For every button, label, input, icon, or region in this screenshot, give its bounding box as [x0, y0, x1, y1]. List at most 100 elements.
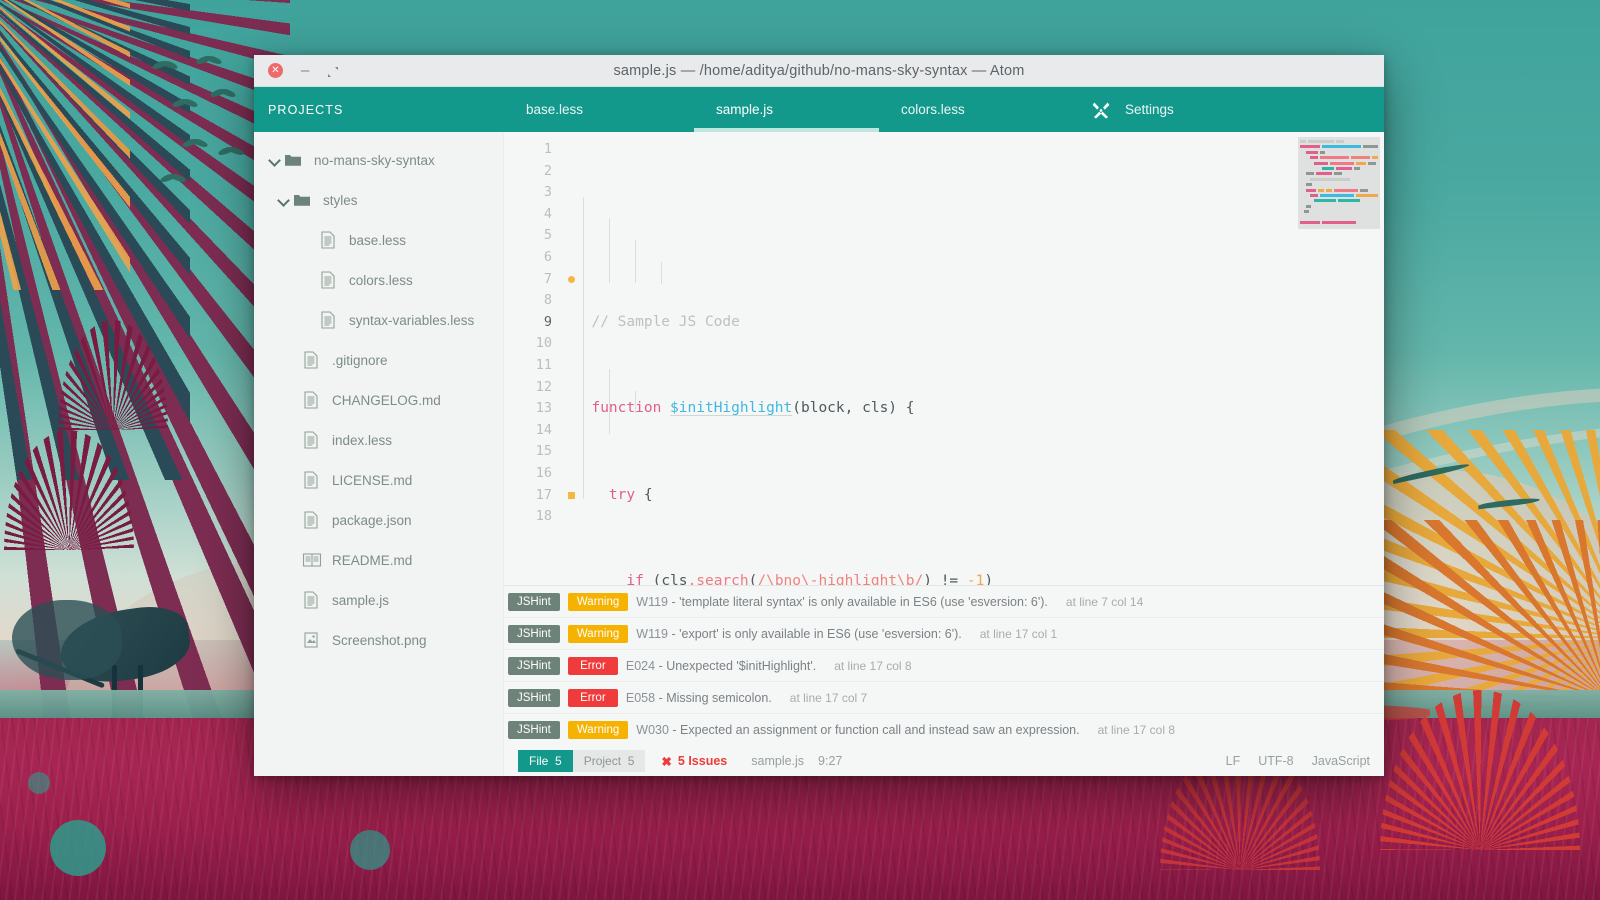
scope-file-button[interactable]: File 5	[518, 750, 573, 772]
file-icon	[319, 231, 337, 249]
editor-row: 1 2 3 4 5 6 7 8 9 10 11 12 13 14 15 16 1…	[504, 132, 1384, 585]
error-icon: ✖	[661, 754, 672, 769]
scope-project-label: Project	[583, 754, 622, 768]
linter-code: W119	[636, 626, 669, 641]
line-number: 16	[535, 464, 552, 481]
tree-view[interactable]: no-mans-sky-syntax styles base.less colo…	[254, 132, 504, 776]
file-icon	[302, 591, 320, 609]
tree-file-base-less[interactable]: base.less	[254, 220, 503, 260]
status-line-ending[interactable]: LF	[1226, 754, 1241, 768]
code-line: // Sample JS Code	[564, 312, 1292, 334]
linter-message: W119 - 'export' is only available in ES6…	[636, 627, 961, 641]
linter-row[interactable]: JSHint Error E024 - Unexpected '$initHig…	[504, 650, 1384, 682]
wallpaper-foliage-right-2	[1370, 520, 1600, 720]
scope-project-count: 5	[627, 754, 635, 768]
minimap[interactable]	[1292, 132, 1384, 585]
line-number-gutter: 1 2 3 4 5 6 7 8 9 10 11 12 13 14 15 16 1…	[504, 132, 575, 585]
code-editor[interactable]: // Sample JS Code function $initHighligh…	[564, 132, 1292, 585]
status-cursor-position[interactable]: 9:27	[818, 754, 842, 768]
indent-guides	[564, 132, 1292, 585]
tree-file-screenshot-png[interactable]: Screenshot.png	[254, 620, 503, 660]
tree-file-colors-less[interactable]: colors.less	[254, 260, 503, 300]
linter-row[interactable]: JSHint Warning W030 - Expected an assign…	[504, 714, 1384, 746]
linter-row[interactable]: JSHint Error E058 - Missing semicolon. a…	[504, 682, 1384, 714]
linter-source-badge: JSHint	[508, 656, 560, 675]
linter-source-badge: JSHint	[508, 688, 560, 707]
file-icon	[302, 431, 320, 449]
wallpaper-grass-dot	[350, 830, 390, 870]
wallpaper-red-fan	[1380, 690, 1580, 850]
window-body: no-mans-sky-syntax styles base.less colo…	[254, 132, 1384, 776]
code-token-comment: // Sample JS Code	[574, 313, 740, 330]
tab-colors-less[interactable]: colors.less	[879, 87, 1069, 132]
linter-message: W030 - Expected an assignment or functio…	[636, 723, 1079, 737]
wallpaper-bird	[152, 62, 178, 74]
code-line: function $initHighlight(block, cls) {	[591, 400, 915, 417]
wallpaper-grass-dot	[28, 772, 50, 794]
linter-row[interactable]: JSHint Warning W119 - 'template literal …	[504, 586, 1384, 618]
tree-folder-styles[interactable]: styles	[254, 180, 503, 220]
wallpaper-fan-leaf-2	[4, 430, 134, 550]
linter-row[interactable]: JSHint Warning W119 - 'export' is only a…	[504, 618, 1384, 650]
file-icon	[302, 391, 320, 409]
tab-projects[interactable]: PROJECTS	[254, 87, 504, 132]
tree-folder-no-mans-sky-syntax[interactable]: no-mans-sky-syntax	[254, 140, 503, 180]
wallpaper-bird	[210, 90, 236, 102]
tree-label: package.json	[332, 512, 412, 528]
minimize-icon[interactable]: –	[299, 63, 311, 78]
file-icon	[302, 471, 320, 489]
tab-sample-js[interactable]: sample.js	[694, 87, 879, 132]
wallpaper-creature-beak	[15, 648, 106, 689]
tab-base-less[interactable]: base.less	[504, 87, 694, 132]
linter-severity-badge: Warning	[567, 721, 629, 739]
tree-label: index.less	[332, 432, 393, 448]
line-number: 7	[504, 269, 575, 291]
tree-file-index-less[interactable]: index.less	[254, 420, 503, 460]
tree-file-package-json[interactable]: package.json	[254, 500, 503, 540]
chevron-down-icon[interactable]	[268, 153, 282, 167]
wallpaper-bird	[172, 100, 198, 112]
chevron-down-icon[interactable]	[277, 193, 291, 207]
wallpaper-grass-dot	[50, 820, 106, 876]
line-number: 2	[543, 162, 552, 179]
tree-file-readme-md[interactable]: README.md	[254, 540, 503, 580]
folder-icon	[293, 191, 311, 209]
linter-location: at line 17 col 8	[834, 658, 912, 673]
linter-text: - Missing semicolon.	[658, 690, 772, 705]
tree-label: base.less	[349, 232, 407, 248]
linter-source-badge: JSHint	[508, 721, 560, 739]
line-number: 3	[543, 184, 552, 201]
line-number-value: 17	[535, 486, 552, 503]
tree-file-gitignore[interactable]: .gitignore	[254, 340, 503, 380]
tools-icon	[1091, 100, 1111, 120]
linter-location: at line 17 col 1	[979, 626, 1058, 641]
linter-message: W119 - 'template literal syntax' is only…	[636, 595, 1048, 609]
linter-code: E058	[625, 690, 656, 705]
linter-code: E024	[625, 658, 656, 673]
line-number: 17	[504, 485, 575, 507]
wallpaper-rock-left	[12, 600, 122, 680]
tab-sample-js-label: sample.js	[716, 102, 774, 117]
tree-file-license-md[interactable]: LICENSE.md	[254, 460, 503, 500]
line-number: 18	[535, 508, 552, 525]
close-icon[interactable]: ✕	[268, 63, 283, 78]
scope-toggle[interactable]: File 5 Project 5	[518, 750, 646, 772]
line-number: 5	[543, 227, 552, 244]
tree-label: LICENSE.md	[332, 472, 413, 488]
code-line: if (cls.search(/\bno\-highlight\b/) != -…	[626, 572, 994, 585]
tree-file-sample-js[interactable]: sample.js	[254, 580, 503, 620]
tree-file-syntax-variables-less[interactable]: syntax-variables.less	[254, 300, 503, 340]
scope-project-button[interactable]: Project 5	[572, 750, 646, 772]
line-number: 10	[535, 335, 552, 352]
status-filename[interactable]: sample.js	[751, 754, 804, 768]
linter-severity-badge: Error	[567, 656, 618, 675]
linter-code: W030	[636, 723, 669, 737]
tab-bar: PROJECTS base.less sample.js colors.less	[254, 87, 1384, 132]
tab-settings[interactable]: Settings	[1069, 87, 1174, 132]
maximize-icon[interactable]	[327, 65, 339, 77]
issues-indicator[interactable]: ✖ 5 Issues	[661, 754, 727, 769]
status-encoding[interactable]: UTF-8	[1258, 754, 1293, 768]
status-grammar[interactable]: JavaScript	[1312, 754, 1370, 768]
tree-file-changelog-md[interactable]: CHANGELOG.md	[254, 380, 503, 420]
wallpaper-creature-leg	[112, 665, 117, 735]
